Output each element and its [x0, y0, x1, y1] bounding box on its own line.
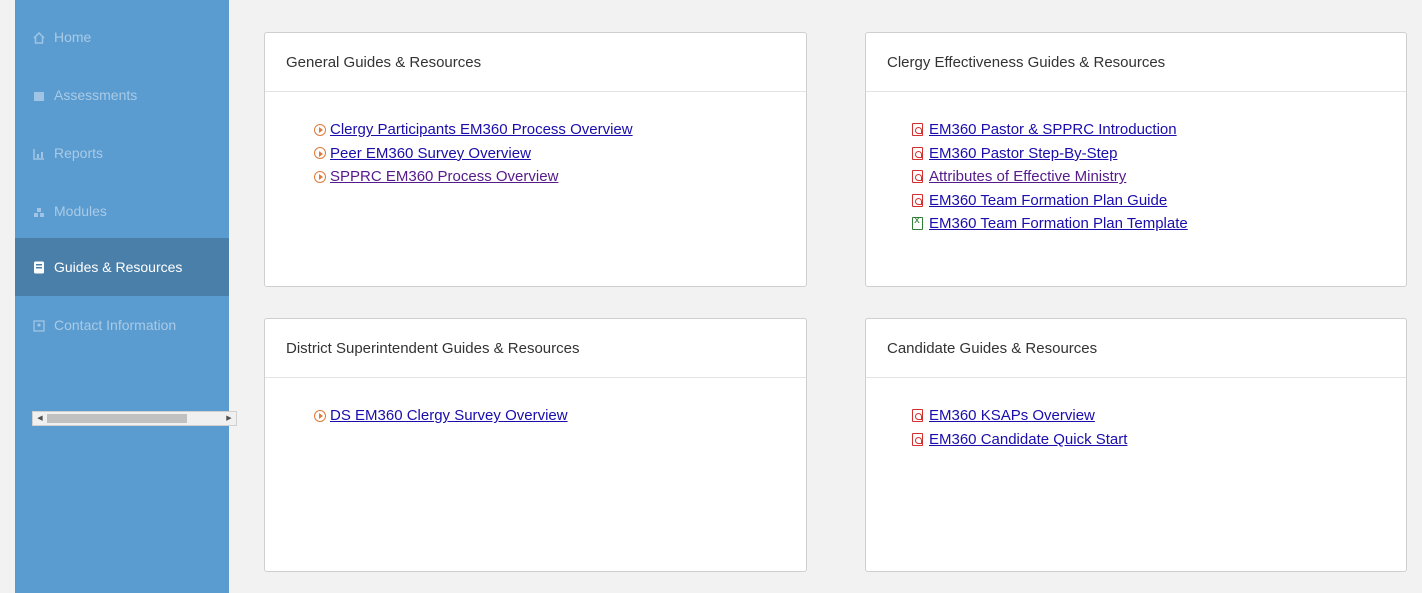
- sidebar: Home Assessments Reports Modules Guides …: [15, 0, 237, 593]
- scroll-right-icon[interactable]: ▶: [222, 412, 236, 425]
- resource-link[interactable]: EM360 Team Formation Plan Template: [929, 215, 1188, 232]
- resource-link[interactable]: SPPRC EM360 Process Overview: [330, 168, 558, 185]
- card-clergy-effectiveness-guides: Clergy Effectiveness Guides & Resources …: [865, 32, 1407, 287]
- resource-link[interactable]: DS EM360 Clergy Survey Overview: [330, 407, 568, 424]
- sidebar-item-reports[interactable]: Reports: [15, 124, 229, 182]
- scroll-left-icon[interactable]: ◀: [33, 412, 47, 425]
- card-candidate-guides: Candidate Guides & Resources EM360 KSAPs…: [865, 318, 1407, 572]
- card-title: General Guides & Resources: [265, 33, 806, 92]
- contact-icon: [33, 319, 45, 332]
- card-title: District Superintendent Guides & Resourc…: [265, 319, 806, 378]
- scrollbar-thumb[interactable]: [47, 414, 187, 423]
- pdf-icon: [912, 170, 923, 184]
- sidebar-item-label: Reports: [54, 145, 104, 161]
- sidebar-item-label: Contact Information: [54, 317, 177, 333]
- list-item: Attributes of Effective Ministry: [912, 165, 1406, 189]
- resource-link[interactable]: Peer EM360 Survey Overview: [330, 145, 531, 162]
- list-item: EM360 Pastor Step-By-Step: [912, 142, 1406, 166]
- list-item: Clergy Participants EM360 Process Overvi…: [314, 118, 806, 142]
- list-item: EM360 KSAPs Overview: [912, 404, 1406, 428]
- clipboard-icon: [33, 89, 45, 101]
- list-item: EM360 Team Formation Plan Template: [912, 212, 1406, 236]
- sidebar-item-modules[interactable]: Modules: [15, 182, 229, 240]
- card-title: Clergy Effectiveness Guides & Resources: [866, 33, 1406, 92]
- video-play-icon: [314, 123, 326, 136]
- resource-link[interactable]: EM360 Candidate Quick Start: [929, 431, 1127, 448]
- sidebar-item-label: Guides & Resources: [54, 259, 183, 275]
- resource-link[interactable]: Attributes of Effective Ministry: [929, 168, 1126, 185]
- resource-link[interactable]: Clergy Participants EM360 Process Overvi…: [330, 121, 633, 138]
- video-play-icon: [314, 409, 326, 422]
- video-play-icon: [314, 147, 326, 160]
- pdf-icon: [912, 193, 923, 207]
- sidebar-item-home[interactable]: Home: [15, 8, 229, 66]
- pdf-icon: [912, 409, 923, 423]
- list-item: SPPRC EM360 Process Overview: [314, 165, 806, 189]
- card-title: Candidate Guides & Resources: [866, 319, 1406, 378]
- list-item: Peer EM360 Survey Overview: [314, 142, 806, 166]
- chart-icon: [33, 147, 45, 160]
- pdf-icon: [912, 146, 923, 160]
- card-district-superintendent-guides: District Superintendent Guides & Resourc…: [264, 318, 807, 572]
- resource-link[interactable]: EM360 KSAPs Overview: [929, 407, 1095, 424]
- excel-icon: [912, 215, 923, 231]
- sidebar-item-label: Home: [54, 29, 92, 45]
- sidebar-item-assessments[interactable]: Assessments: [15, 66, 229, 124]
- list-item: EM360 Pastor & SPPRC Introduction: [912, 118, 1406, 142]
- home-icon: [33, 31, 45, 44]
- resource-link[interactable]: EM360 Pastor Step-By-Step: [929, 145, 1117, 162]
- sidebar-item-label: Assessments: [54, 87, 138, 103]
- modules-icon: [33, 205, 45, 217]
- pdf-icon: [912, 432, 923, 446]
- list-item: EM360 Team Formation Plan Guide: [912, 189, 1406, 213]
- horizontal-scrollbar[interactable]: ◀ ▶: [32, 411, 237, 426]
- resource-link[interactable]: EM360 Team Formation Plan Guide: [929, 192, 1167, 209]
- sidebar-item-label: Modules: [54, 203, 107, 219]
- list-item: EM360 Candidate Quick Start: [912, 428, 1406, 452]
- video-play-icon: [314, 170, 326, 183]
- list-item: DS EM360 Clergy Survey Overview: [314, 404, 806, 428]
- sidebar-item-guides-resources[interactable]: Guides & Resources: [15, 238, 229, 296]
- resource-link[interactable]: EM360 Pastor & SPPRC Introduction: [929, 121, 1177, 138]
- sidebar-item-contact-information[interactable]: Contact Information: [15, 296, 229, 354]
- book-icon: [33, 261, 45, 274]
- card-general-guides: General Guides & Resources Clergy Partic…: [264, 32, 807, 287]
- pdf-icon: [912, 123, 923, 137]
